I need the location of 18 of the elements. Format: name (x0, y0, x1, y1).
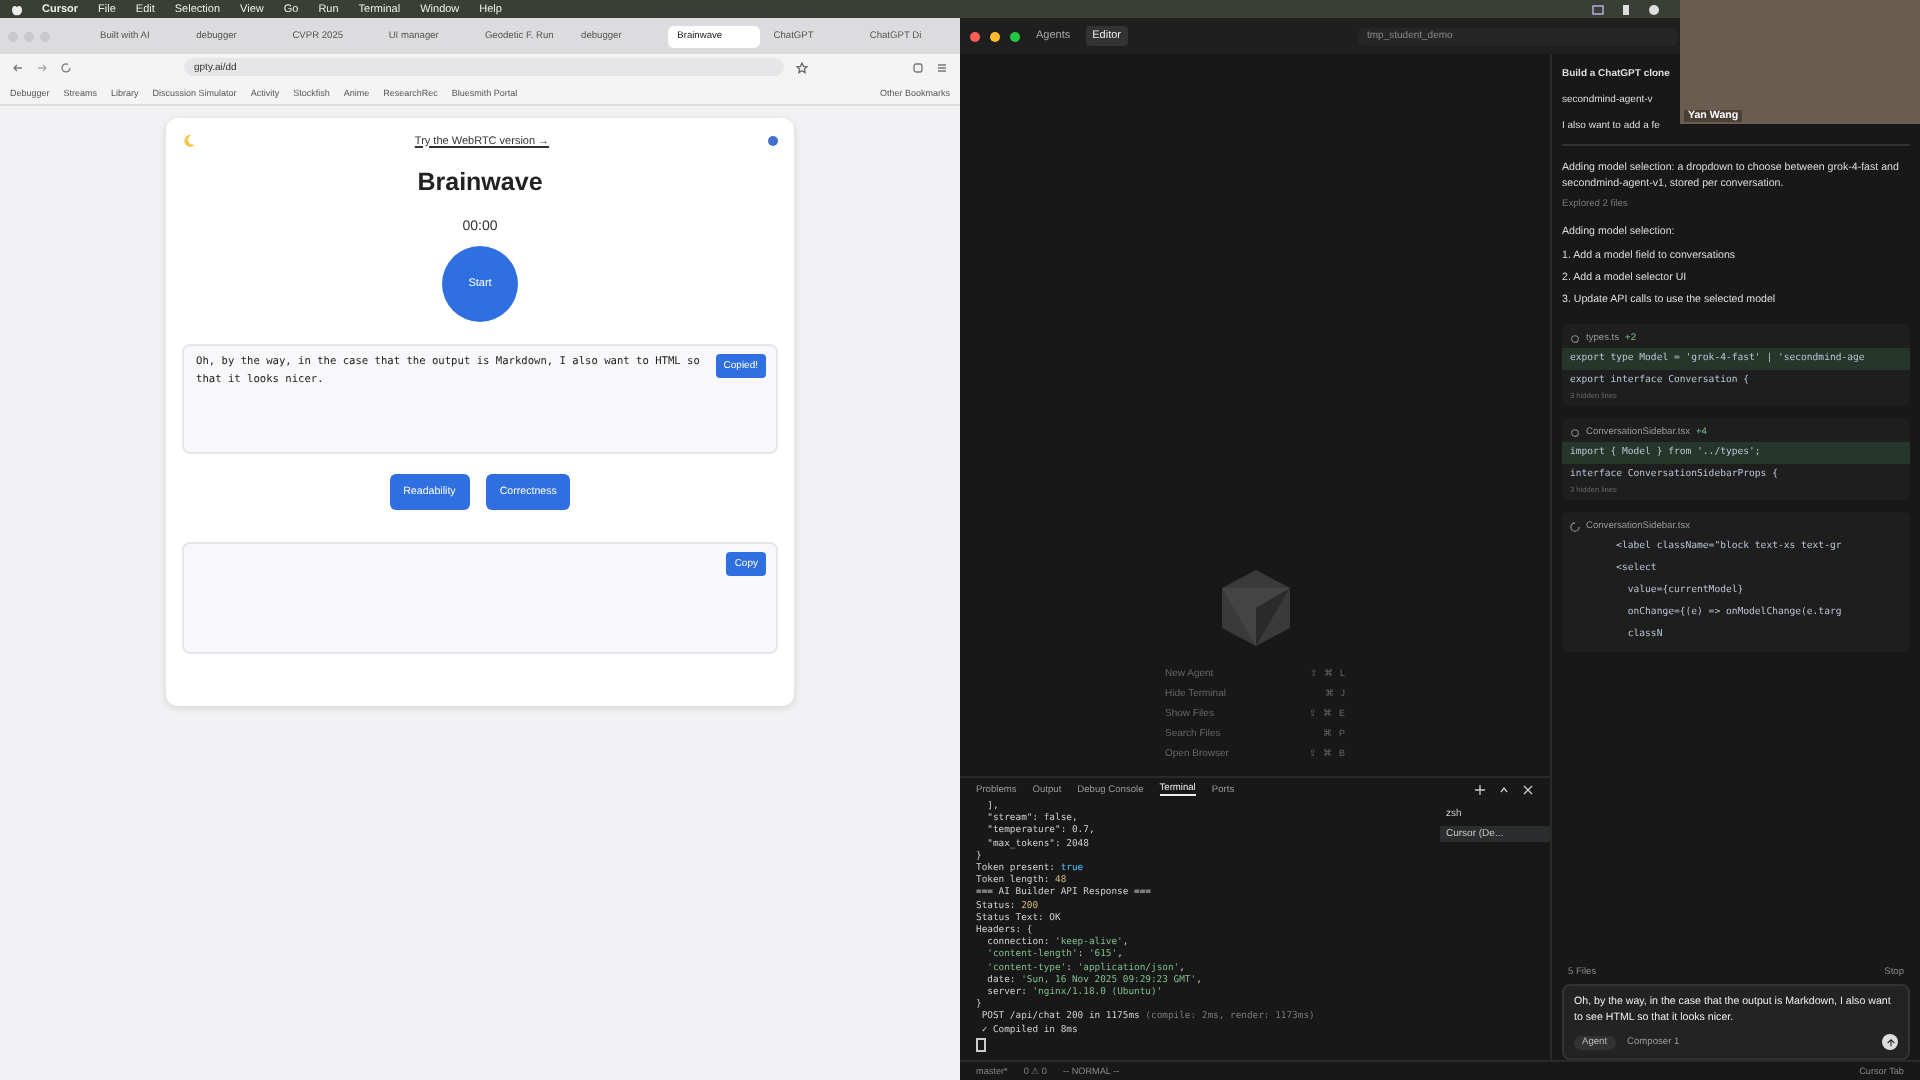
send-button[interactable] (1882, 1034, 1898, 1050)
status-dot (767, 136, 778, 146)
cube-logo-icon (1219, 568, 1291, 648)
moon-icon (182, 134, 196, 148)
star-icon (796, 61, 808, 73)
forward-icon (36, 61, 48, 73)
back-icon (12, 61, 24, 73)
screen-record-icon (1592, 3, 1604, 15)
file-icon (1570, 428, 1580, 438)
menu-icon (936, 61, 948, 73)
terminal-cursor (976, 1037, 986, 1052)
maximize-icon (1498, 784, 1510, 796)
plus-icon (1474, 784, 1486, 796)
app-title: Brainwave (417, 168, 543, 196)
file-icon (1570, 334, 1580, 344)
close-icon (1522, 784, 1534, 796)
spinner-icon (1570, 522, 1580, 532)
reload-icon (60, 61, 72, 73)
